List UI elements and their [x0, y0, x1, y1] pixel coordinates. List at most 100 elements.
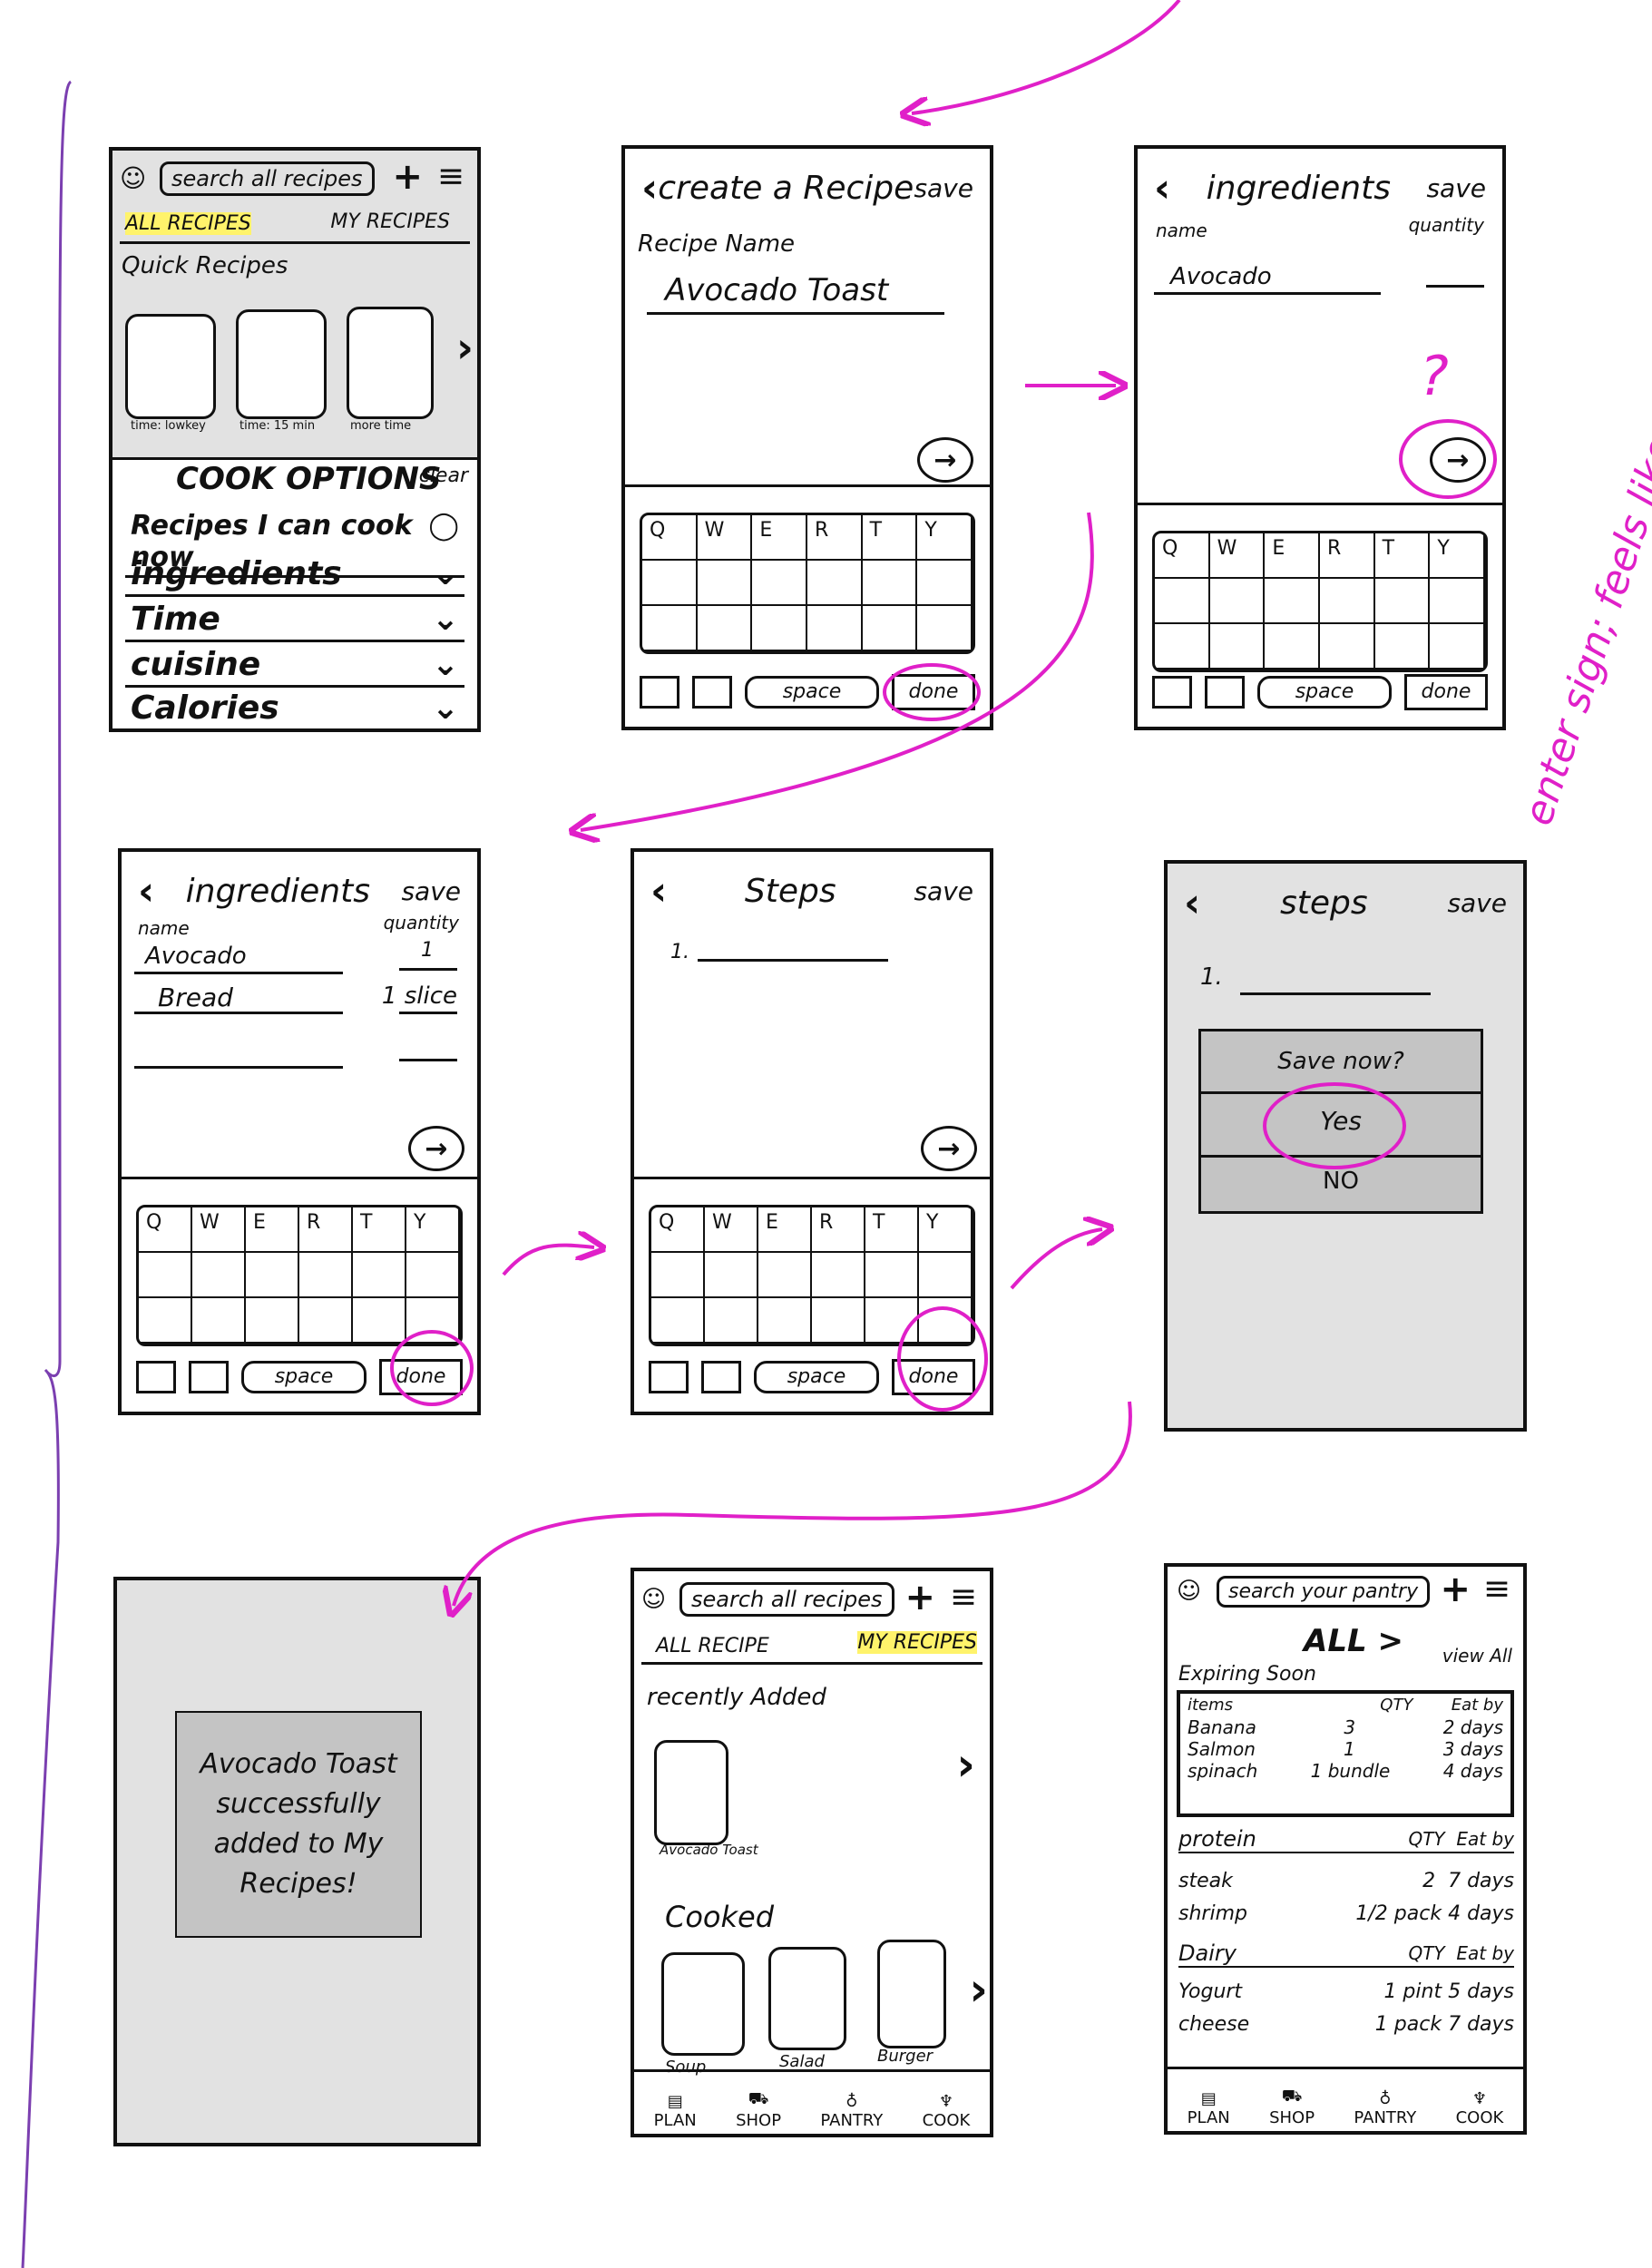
- cooked-recipe-tile[interactable]: [768, 1947, 846, 2050]
- ingredient-qty[interactable]: 1 slice: [382, 982, 457, 1010]
- back-icon[interactable]: ‹: [641, 165, 658, 211]
- annotation-note: enter sign; feels like this is going to …: [1515, 0, 1652, 831]
- table-row[interactable]: Banana 3 2 days: [1180, 1716, 1510, 1738]
- time-filter[interactable]: Time ⌄: [125, 599, 464, 642]
- flow-arrow: [502, 1246, 594, 1276]
- cooked-recipe-tile[interactable]: [877, 1940, 946, 2048]
- table-row[interactable]: cheese 1 pack 7 days: [1178, 2013, 1514, 2036]
- screen-all-recipes: ☺ search all recipes + ≡ ALL RECIPES MY …: [109, 147, 481, 732]
- table-row[interactable]: spinach 1 bundle 4 days: [1180, 1760, 1510, 1782]
- screen-title: Steps: [744, 873, 836, 910]
- nav-plan[interactable]: ▤ PLAN: [1188, 2089, 1230, 2127]
- calendar-icon: ▤: [1200, 2089, 1217, 2108]
- space-key[interactable]: space: [241, 1361, 367, 1393]
- no-button[interactable]: NO: [1201, 1168, 1481, 1195]
- recent-recipe-label: Avocado Toast: [660, 1842, 758, 1858]
- calendar-icon: ▤: [667, 2092, 683, 2111]
- done-key[interactable]: done: [1404, 674, 1488, 710]
- next-arrow-button[interactable]: →: [917, 437, 973, 483]
- flow-arrow: [912, 0, 1181, 113]
- quick-recipe-tile[interactable]: [347, 307, 434, 419]
- nav-shop[interactable]: ⛟ SHOP: [736, 2089, 781, 2130]
- cooked-recipe-tile[interactable]: [661, 1952, 745, 2056]
- screen-title: ingredients: [185, 873, 370, 910]
- keyboard[interactable]: QWERTY space done: [1138, 503, 1502, 727]
- screen-success: Avocado Toast successfully added to My R…: [113, 1577, 481, 2146]
- profile-icon[interactable]: ☺: [120, 163, 146, 193]
- tab-my-recipes[interactable]: MY RECIPES: [330, 210, 450, 233]
- cooked-heading: Cooked: [665, 1900, 775, 1934]
- section-bracket: [21, 80, 73, 2268]
- ingredient-qty[interactable]: 1: [421, 939, 434, 962]
- back-icon[interactable]: ‹: [1154, 165, 1170, 211]
- ingredient-name[interactable]: Avocado: [145, 943, 247, 970]
- next-arrow-button[interactable]: →: [921, 1126, 977, 1171]
- space-key[interactable]: space: [745, 676, 879, 709]
- tab-all-recipes[interactable]: ALL RECIPE: [656, 1635, 769, 1657]
- menu-icon[interactable]: ≡: [437, 158, 464, 195]
- quick-recipe-tile[interactable]: [125, 314, 216, 419]
- view-all-link[interactable]: view All: [1442, 1645, 1512, 1667]
- nav-pantry[interactable]: ♁ PANTRY: [1354, 2089, 1416, 2127]
- dialog-prompt: Save now?: [1277, 1048, 1404, 1075]
- recipe-name-input[interactable]: Avocado Toast: [665, 272, 888, 308]
- apple-icon: ♁: [846, 2092, 858, 2111]
- pantry-search-input[interactable]: search your pantry: [1217, 1576, 1431, 1608]
- chevron-right-icon[interactable]: ›: [969, 1963, 988, 2016]
- screen-pantry: ☺ search your pantry + ≡ ALL > Expiring …: [1164, 1563, 1527, 2135]
- tile-caption: time: lowkey: [131, 419, 206, 433]
- chevron-right-icon[interactable]: ›: [956, 1738, 975, 1791]
- annotation-circle: [897, 1306, 988, 1412]
- nav-shop[interactable]: ⛟ SHOP: [1269, 2087, 1315, 2127]
- cooked-label: Salad: [779, 2052, 825, 2071]
- tile-caption: time: 15 min: [239, 419, 316, 433]
- tab-all-recipes[interactable]: ALL RECIPES: [125, 212, 251, 235]
- utensils-icon: ♆: [938, 2092, 954, 2111]
- menu-icon[interactable]: ≡: [1483, 1570, 1510, 1608]
- ingredient-name-input[interactable]: Avocado: [1170, 263, 1272, 290]
- utensils-icon: ♆: [1471, 2089, 1488, 2108]
- recent-recipe-tile[interactable]: [654, 1740, 728, 1845]
- annotation-circle: [883, 663, 981, 721]
- quick-recipe-tile[interactable]: [236, 309, 327, 419]
- back-icon[interactable]: ‹: [138, 868, 154, 914]
- add-icon[interactable]: +: [392, 156, 423, 198]
- add-icon[interactable]: +: [1440, 1569, 1471, 1610]
- nav-cook[interactable]: ♆ COOK: [923, 2092, 971, 2130]
- all-filter-button[interactable]: ALL >: [1304, 1623, 1403, 1659]
- tab-my-recipes[interactable]: MY RECIPES: [857, 1631, 977, 1654]
- nav-pantry[interactable]: ♁ PANTRY: [820, 2092, 883, 2130]
- chevron-right-icon[interactable]: ›: [456, 323, 474, 372]
- table-row[interactable]: steak 2 7 days: [1178, 1870, 1514, 1892]
- back-icon[interactable]: ‹: [1184, 880, 1200, 926]
- annotation-question-mark: ?: [1420, 345, 1449, 408]
- cuisine-filter[interactable]: cuisine ⌄: [125, 644, 464, 688]
- menu-icon[interactable]: ≡: [950, 1579, 977, 1616]
- step-input[interactable]: [698, 959, 888, 962]
- save-button[interactable]: save: [401, 876, 461, 906]
- table-row[interactable]: Salmon 1 3 days: [1180, 1738, 1510, 1760]
- space-key[interactable]: space: [1257, 676, 1392, 709]
- save-button[interactable]: save: [1447, 888, 1507, 918]
- save-button[interactable]: save: [1426, 173, 1486, 203]
- space-key[interactable]: space: [754, 1361, 879, 1393]
- table-row[interactable]: Yogurt 1 pint 5 days: [1178, 1980, 1514, 2003]
- dairy-heading: Dairy: [1178, 1941, 1237, 1966]
- ingredient-name[interactable]: Bread: [158, 982, 233, 1012]
- nav-plan[interactable]: ▤ PLAN: [654, 2092, 697, 2130]
- profile-icon[interactable]: ☺: [1177, 1578, 1201, 1605]
- profile-icon[interactable]: ☺: [641, 1586, 666, 1613]
- next-arrow-button[interactable]: →: [408, 1126, 464, 1171]
- table-row[interactable]: shrimp 1/2 pack 4 days: [1178, 1902, 1514, 1925]
- save-button[interactable]: save: [914, 876, 973, 906]
- add-icon[interactable]: +: [904, 1577, 935, 1618]
- back-icon[interactable]: ‹: [650, 868, 667, 914]
- nav-cook[interactable]: ♆ COOK: [1456, 2089, 1504, 2127]
- clear-button[interactable]: clear: [419, 464, 468, 487]
- recipe-search-input[interactable]: search all recipes: [160, 161, 375, 196]
- calories-filter[interactable]: Calories ⌄: [125, 688, 464, 728]
- cooked-label: Burger: [877, 2047, 934, 2066]
- save-button[interactable]: save: [914, 173, 973, 203]
- ingredients-filter[interactable]: ingredients ⌄: [125, 553, 464, 597]
- recipe-search-input[interactable]: search all recipes: [679, 1582, 894, 1617]
